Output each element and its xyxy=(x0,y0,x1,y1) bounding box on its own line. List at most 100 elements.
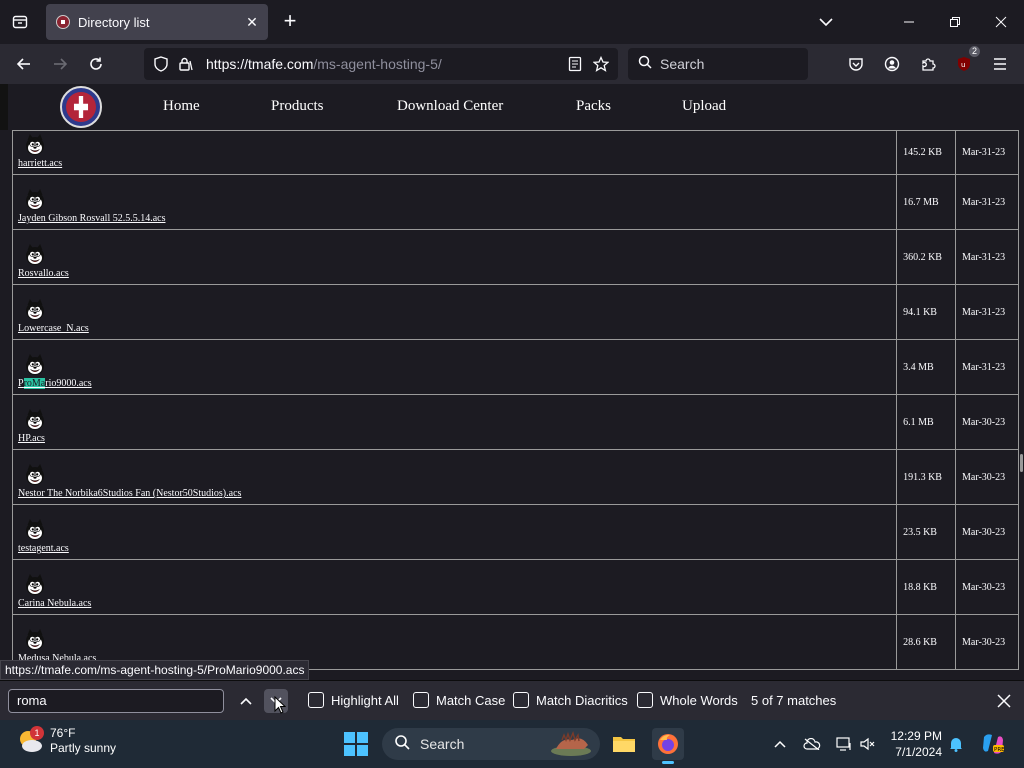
match-case-label: Match Case xyxy=(436,692,506,708)
close-tab-icon[interactable]: ✕ xyxy=(240,10,264,34)
file-date-cell: Mar-30-23 xyxy=(955,559,1019,615)
close-find-bar-icon[interactable] xyxy=(992,689,1016,713)
file-date-cell: Mar-30-23 xyxy=(955,394,1019,450)
url-path: /ms-agent-hosting-5/ xyxy=(313,56,442,72)
extensions-puzzle-icon[interactable] xyxy=(914,50,942,78)
scrollbar-thumb[interactable] xyxy=(1020,454,1023,472)
clock-time: 12:29 PM xyxy=(890,729,942,743)
svg-text:u: u xyxy=(961,61,965,69)
file-date-cell: Mar-31-23 xyxy=(955,284,1019,340)
new-tab-button[interactable]: + xyxy=(278,10,302,34)
site-favicon-icon xyxy=(56,15,70,29)
reader-view-icon[interactable] xyxy=(562,51,588,77)
close-window-button[interactable] xyxy=(978,6,1024,38)
network-display-icon[interactable] xyxy=(834,734,854,754)
file-download-link[interactable]: HP.acs xyxy=(18,433,45,444)
ms-agent-character-icon xyxy=(26,409,44,430)
search-field[interactable]: Search xyxy=(628,48,808,80)
forward-arrow-icon[interactable] xyxy=(46,50,74,78)
file-date-cell: Mar-30-23 xyxy=(955,504,1019,560)
extension-badge: 2 xyxy=(968,46,980,57)
nav-packs-link[interactable]: Packs xyxy=(576,98,611,115)
pocket-icon[interactable] xyxy=(842,50,870,78)
hamburger-menu-icon[interactable] xyxy=(986,50,1014,78)
mouse-cursor-icon xyxy=(274,696,286,714)
file-download-link[interactable]: testagent.acs xyxy=(18,543,69,554)
file-download-link[interactable]: Rosvallo.acs xyxy=(18,268,69,279)
account-icon[interactable] xyxy=(878,50,906,78)
nav-upload-link[interactable]: Upload xyxy=(682,98,726,115)
minimize-button[interactable] xyxy=(886,6,932,38)
tab-directory-list[interactable]: Directory list ✕ xyxy=(46,4,268,40)
file-date-cell: Mar-31-23 xyxy=(955,130,1019,175)
url-host: https://tmafe.com xyxy=(206,56,314,72)
site-logo[interactable] xyxy=(60,86,102,128)
checkbox-box[interactable] xyxy=(308,692,324,708)
file-name-cell: harriett.acs xyxy=(11,130,898,175)
file-explorer-icon[interactable] xyxy=(608,728,640,760)
bookmark-star-icon[interactable] xyxy=(588,51,614,77)
file-download-link[interactable]: harriett.acs xyxy=(18,158,62,169)
nav-products-link[interactable]: Products xyxy=(271,98,324,115)
notification-bell-icon[interactable] xyxy=(946,734,966,754)
file-name-cell: Carina Nebula.acs xyxy=(11,559,898,615)
nav-home-link[interactable]: Home xyxy=(163,98,200,115)
lock-icon[interactable] xyxy=(174,53,196,75)
firefox-view-icon[interactable] xyxy=(8,10,32,34)
list-all-tabs-icon[interactable] xyxy=(814,10,838,34)
ms-agent-character-icon xyxy=(26,134,44,155)
match-case-checkbox[interactable]: Match Case xyxy=(413,692,505,708)
volume-muted-icon[interactable] xyxy=(858,734,878,754)
address-bar[interactable]: https://tmafe.com/ms-agent-hosting-5/ xyxy=(144,48,618,80)
file-download-link[interactable]: Jayden Gibson Rosvall 52.5.5.14.acs xyxy=(18,213,166,224)
file-download-link[interactable]: ProMario9000.acs xyxy=(18,378,92,389)
page-content: Home Products Download Center Packs Uplo… xyxy=(0,84,1024,680)
windows-taskbar: 76°F Partly sunny 1 Search 12:29 PM 7/1/… xyxy=(0,720,1024,768)
svg-text:PRE: PRE xyxy=(994,747,1005,753)
search-icon xyxy=(394,734,410,755)
file-download-link[interactable]: Nestor The Norbika6Studios Fan (Nestor50… xyxy=(18,488,241,499)
link-status-tooltip: https://tmafe.com/ms-agent-hosting-5/Pro… xyxy=(0,660,310,680)
reload-icon[interactable] xyxy=(82,50,110,78)
ms-agent-character-icon xyxy=(26,519,44,540)
taskbar-search[interactable]: Search xyxy=(382,728,600,760)
ublock-extension-icon[interactable]: u 2 xyxy=(950,46,980,78)
match-count: 5 of 7 matches xyxy=(751,693,837,708)
file-date-cell: Mar-31-23 xyxy=(955,339,1019,395)
file-download-link[interactable]: Lowercase_N.acs xyxy=(18,323,89,334)
checkbox-box[interactable] xyxy=(637,692,653,708)
nav-download-center-link[interactable]: Download Center xyxy=(397,98,503,115)
system-clock[interactable]: 12:29 PM 7/1/2024 xyxy=(876,728,942,760)
file-size-cell: 94.1 KB xyxy=(896,284,957,340)
file-table: harriett.acs 145.2 KB Mar-31-23 Jayden Gibs… xyxy=(11,130,1019,670)
file-date-cell: Mar-31-23 xyxy=(955,174,1019,230)
table-row: Nestor The Norbika6Studios Fan (Nestor50… xyxy=(11,449,1019,505)
back-arrow-icon[interactable] xyxy=(10,50,38,78)
find-previous-icon[interactable] xyxy=(234,689,258,713)
file-date-cell: Mar-31-23 xyxy=(955,229,1019,285)
checkbox-box[interactable] xyxy=(413,692,429,708)
table-row: HP.acs 6.1 MB Mar-30-23 xyxy=(11,394,1019,450)
onedrive-offline-icon[interactable] xyxy=(802,734,822,754)
match-diacritics-checkbox[interactable]: Match Diacritics xyxy=(513,692,628,708)
weather-text: 76°F Partly sunny xyxy=(50,726,116,756)
highlight-all-checkbox[interactable]: Highlight All xyxy=(308,692,399,708)
file-size-cell: 360.2 KB xyxy=(896,229,957,285)
file-name-cell: Nestor The Norbika6Studios Fan (Nestor50… xyxy=(11,449,898,505)
match-diacritics-label: Match Diacritics xyxy=(536,692,628,708)
search-placeholder: Search xyxy=(660,56,705,72)
tracking-protection-shield-icon[interactable] xyxy=(150,53,172,75)
restore-button[interactable] xyxy=(932,6,978,38)
tab-title: Directory list xyxy=(78,14,150,30)
ms-agent-character-icon xyxy=(26,189,44,210)
file-download-link[interactable]: Carina Nebula.acs xyxy=(18,598,91,609)
checkbox-box[interactable] xyxy=(513,692,529,708)
url-text[interactable]: https://tmafe.com/ms-agent-hosting-5/ xyxy=(206,56,562,72)
weather-temperature: 76°F xyxy=(50,726,76,740)
find-input[interactable]: roma xyxy=(8,689,224,713)
tray-chevron-up-icon[interactable] xyxy=(770,734,790,754)
firefox-taskbar-icon[interactable] xyxy=(652,728,684,764)
whole-words-checkbox[interactable]: Whole Words xyxy=(637,692,738,708)
windows-start-icon[interactable] xyxy=(344,732,368,756)
copilot-icon[interactable]: PRE xyxy=(980,731,1006,757)
